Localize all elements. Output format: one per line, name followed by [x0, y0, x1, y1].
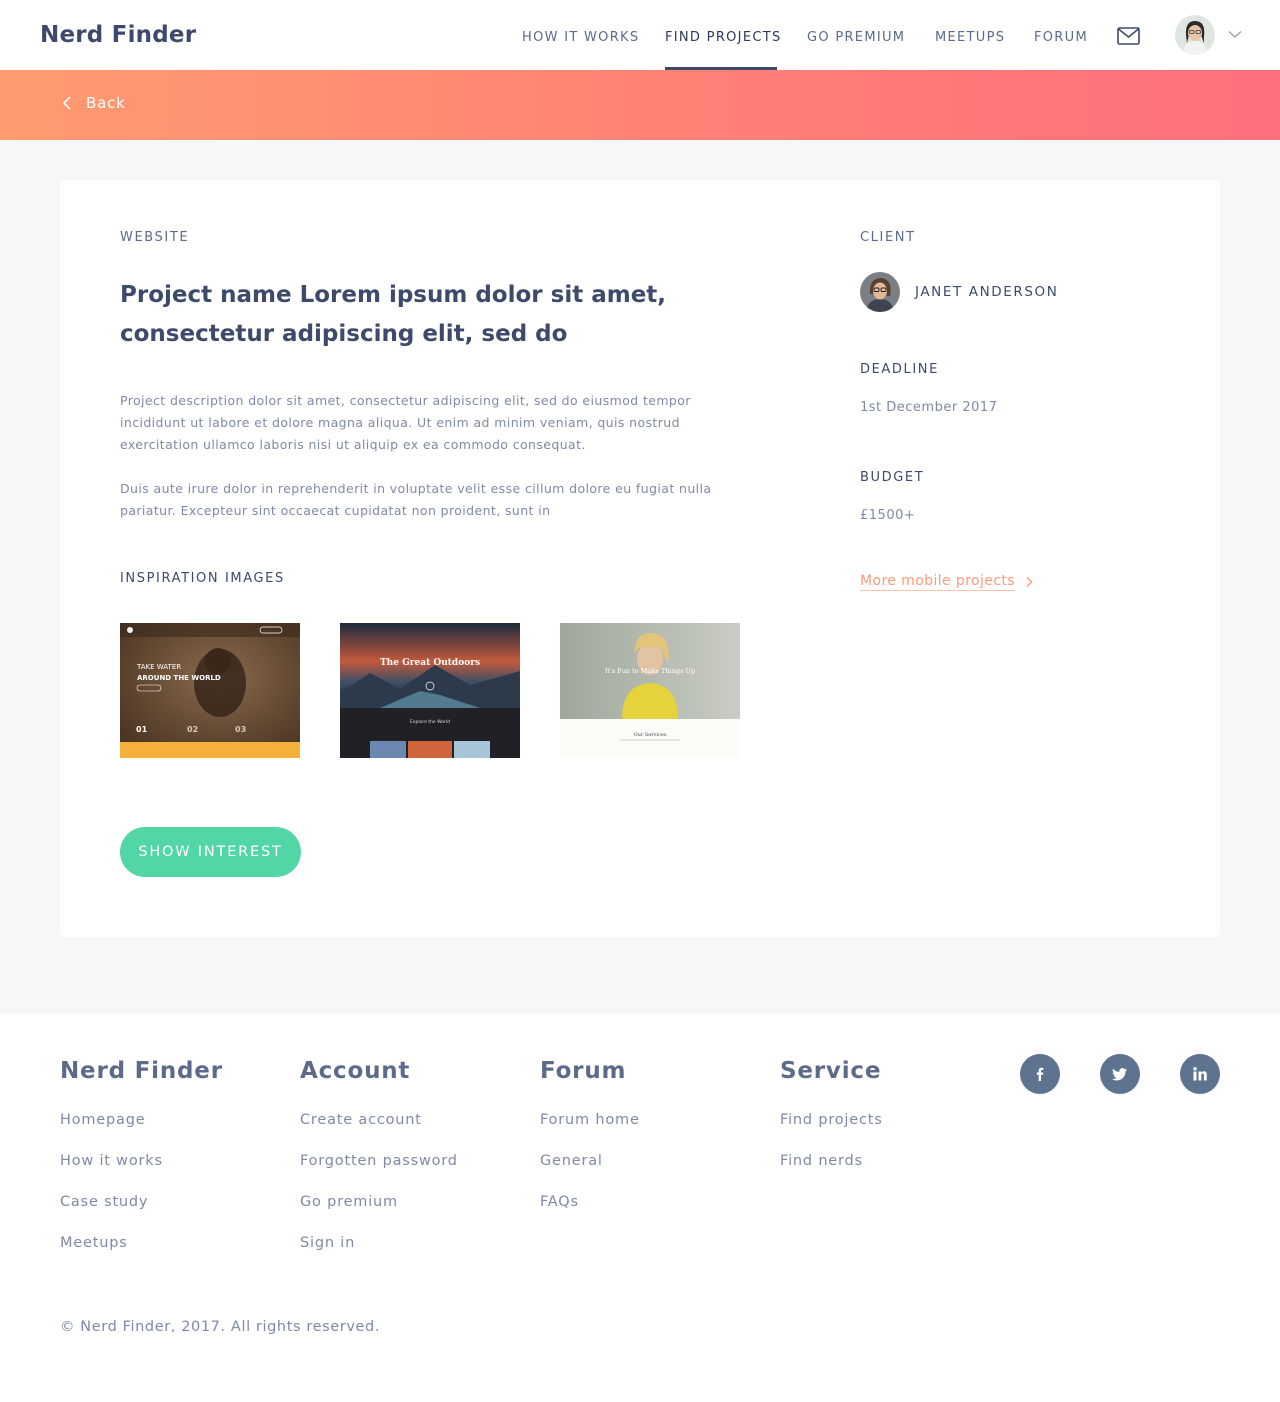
twitter-icon[interactable]	[1100, 1054, 1140, 1094]
footer-link-find-projects[interactable]: Find projects	[780, 1110, 883, 1131]
footer-link-homepage[interactable]: Homepage	[60, 1110, 223, 1131]
deadline-value: 1st December 2017	[860, 400, 998, 415]
project-description-continued: Duis aute irure dolor in reprehenderit i…	[120, 481, 712, 518]
thumb-1-title: TAKE WATER	[136, 663, 181, 671]
footer-link-find-nerds[interactable]: Find nerds	[780, 1151, 883, 1172]
back-button[interactable]: Back	[62, 94, 126, 112]
footer-link-go-premium[interactable]: Go premium	[300, 1192, 458, 1213]
budget-label: BUDGET	[860, 470, 925, 485]
thumb-2-title: The Great Outdoors	[380, 658, 480, 668]
client-avatar[interactable]	[860, 272, 900, 312]
show-interest-button[interactable]: SHOW INTEREST	[120, 827, 301, 877]
footer-column-service: Service Find projects Find nerds	[780, 1058, 883, 1192]
inspiration-image-1[interactable]: TAKE WATER AROUND THE WORLD 01 02 03	[120, 623, 300, 758]
thumb-3-subtitle: Our Services	[634, 732, 667, 738]
footer-link-general[interactable]: General	[540, 1151, 640, 1172]
thumb-2-subtitle: Explore the World	[410, 719, 450, 725]
thumb-1-step-2: 02	[187, 725, 198, 734]
budget-value: £1500+	[860, 508, 916, 523]
top-navbar: Nerd Finder HOW IT WORKS FIND PROJECTS G…	[0, 0, 1280, 70]
footer-link-forum-home[interactable]: Forum home	[540, 1110, 640, 1131]
nav-forum[interactable]: FORUM	[1034, 30, 1088, 45]
footer-link-create-account[interactable]: Create account	[300, 1110, 458, 1131]
page-banner: Back	[0, 70, 1280, 140]
project-card: WEBSITE Project name Lorem ipsum dolor s…	[60, 180, 1220, 937]
project-title: Project name Lorem ipsum dolor sit amet,…	[120, 282, 667, 347]
footer-heading: Account	[300, 1058, 411, 1084]
inspiration-image-2[interactable]: The Great Outdoors Explore the World	[340, 623, 520, 758]
thumb-1-step-1: 01	[136, 725, 148, 734]
deadline-label: DEADLINE	[860, 362, 939, 377]
nav-how-it-works[interactable]: HOW IT WORKS	[522, 30, 639, 45]
user-avatar[interactable]	[1175, 15, 1215, 55]
footer-link-case-study[interactable]: Case study	[60, 1192, 223, 1213]
facebook-icon[interactable]	[1020, 1054, 1060, 1094]
client-name[interactable]: JANET ANDERSON	[915, 284, 1058, 300]
footer-column-nerd-finder: Nerd Finder Homepage How it works Case s…	[60, 1058, 223, 1274]
footer-link-forgotten-password[interactable]: Forgotten password	[300, 1151, 458, 1172]
footer-link-sign-in[interactable]: Sign in	[300, 1233, 458, 1254]
nav-find-projects[interactable]: FIND PROJECTS	[665, 30, 782, 45]
chevron-right-icon	[1026, 577, 1033, 587]
linkedin-icon[interactable]	[1180, 1054, 1220, 1094]
client-label: CLIENT	[860, 230, 916, 245]
chevron-left-icon	[62, 96, 71, 110]
chevron-down-icon[interactable]	[1228, 30, 1242, 39]
thumb-1-step-3: 03	[235, 725, 246, 734]
more-mobile-projects-link[interactable]: More mobile projects	[860, 573, 1033, 591]
project-category: WEBSITE	[120, 230, 190, 245]
footer-column-account: Account Create account Forgotten passwor…	[300, 1058, 458, 1274]
logo[interactable]: Nerd Finder	[40, 22, 196, 48]
copyright-text: © Nerd Finder, 2017. All rights reserved…	[60, 1319, 381, 1335]
footer-link-meetups[interactable]: Meetups	[60, 1233, 223, 1254]
footer-heading: Forum	[540, 1058, 627, 1084]
nav-meetups[interactable]: MEETUPS	[935, 30, 1005, 45]
footer-link-faqs[interactable]: FAQs	[540, 1192, 640, 1213]
more-link-label: More mobile projects	[860, 573, 1015, 591]
footer-link-how-it-works[interactable]: How it works	[60, 1151, 223, 1172]
thumb-3-title: It's Fun to Make Things Up	[605, 667, 695, 675]
mail-icon[interactable]	[1117, 27, 1140, 45]
thumb-1-subtitle: AROUND THE WORLD	[137, 674, 221, 682]
footer: Nerd Finder Homepage How it works Case s…	[0, 1014, 1280, 1402]
footer-heading: Nerd Finder	[60, 1058, 223, 1084]
project-description: Project description dolor sit amet, cons…	[120, 393, 691, 452]
footer-heading: Service	[780, 1058, 882, 1084]
back-label: Back	[86, 94, 126, 112]
footer-column-forum: Forum Forum home General FAQs	[540, 1058, 640, 1233]
nav-go-premium[interactable]: GO PREMIUM	[807, 30, 905, 45]
inspiration-images-label: INSPIRATION IMAGES	[120, 571, 285, 586]
inspiration-image-3[interactable]: It's Fun to Make Things Up Our Services	[560, 623, 740, 758]
